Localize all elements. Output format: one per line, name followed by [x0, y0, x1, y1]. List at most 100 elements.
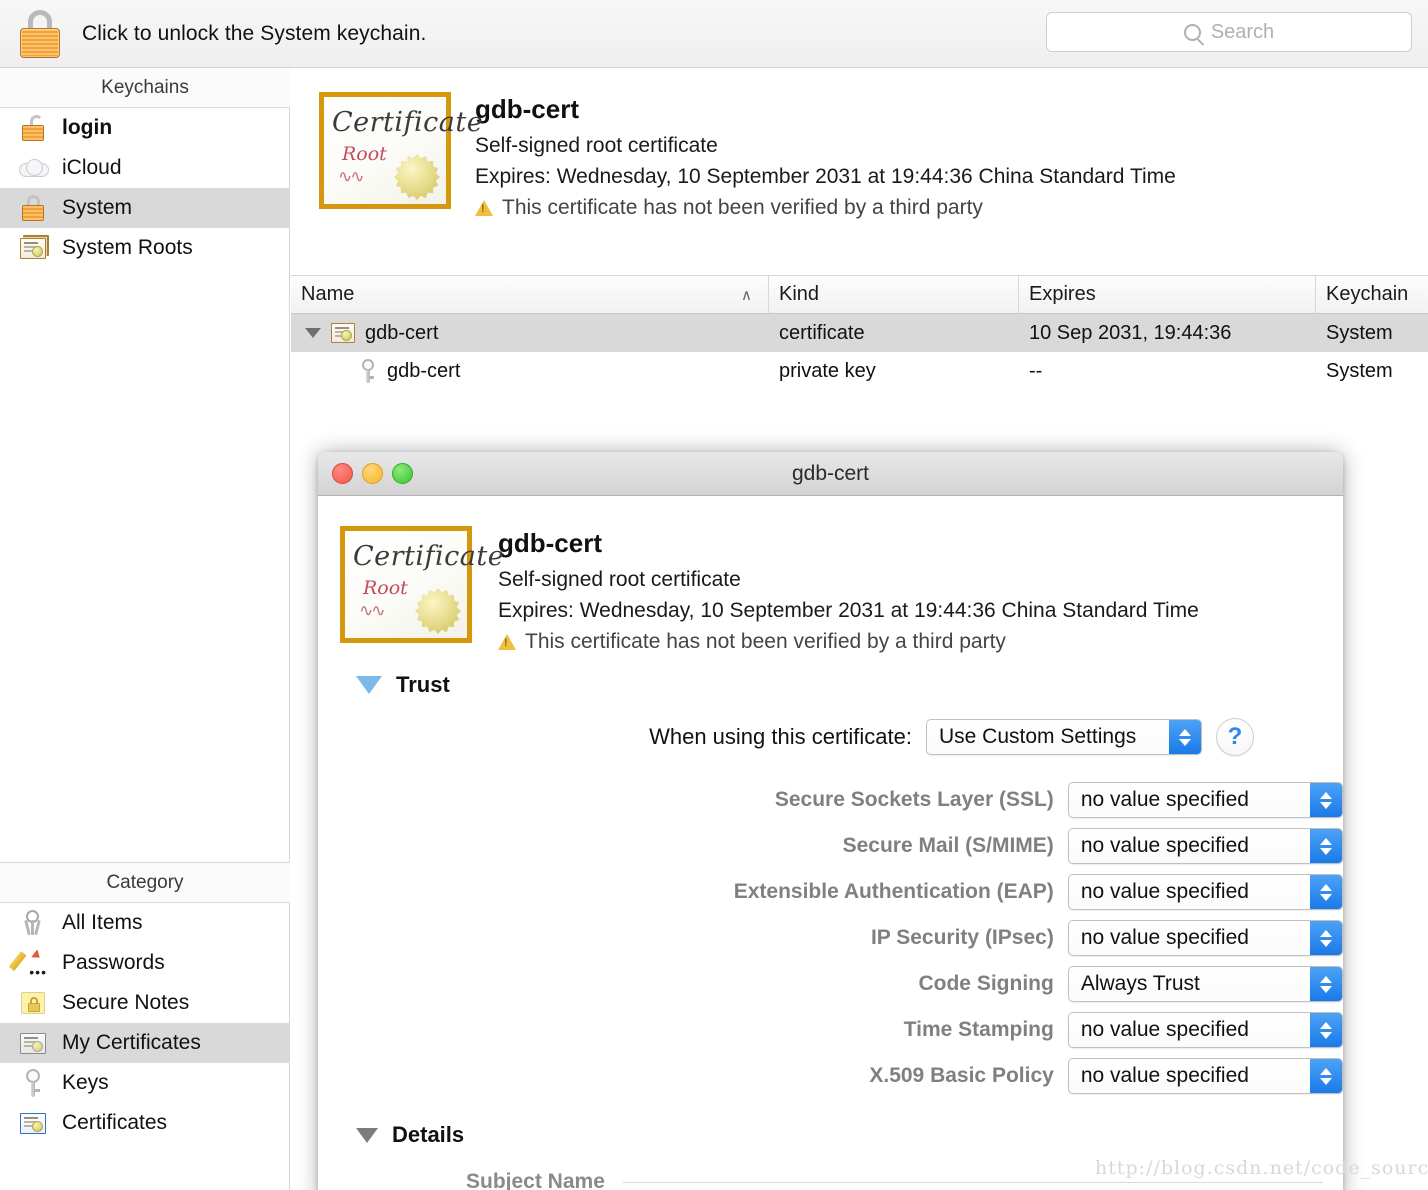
- sort-ascending-icon: ∧: [741, 286, 752, 304]
- keychain-access-window: Click to unlock the System keychain. Sea…: [0, 0, 1428, 1190]
- trust-setting-label: X.509 Basic Policy: [869, 1064, 1054, 1087]
- cell-text: gdb-cert: [387, 359, 461, 382]
- column-header-name[interactable]: Name ∧: [291, 276, 769, 313]
- trust-setting-select[interactable]: Always Trust: [1067, 966, 1343, 1002]
- certificate-type: Self-signed root certificate: [498, 568, 741, 591]
- certificate-inspector-window: gdb-cert Certificate Root ∿∿ gdb-cert Se…: [318, 452, 1343, 1190]
- select-value: Always Trust: [1080, 972, 1200, 995]
- cell-name[interactable]: gdb-cert: [291, 322, 769, 345]
- disclosure-triangle-icon[interactable]: [356, 676, 382, 694]
- trust-section-header[interactable]: Trust: [356, 672, 1343, 698]
- sidebar-item-label: Secure Notes: [62, 991, 190, 1014]
- details-section-header[interactable]: Details: [356, 1122, 1343, 1148]
- certificate-blue-icon: [18, 1108, 48, 1138]
- trust-setting-label: Extensible Authentication (EAP): [733, 880, 1054, 903]
- certificate-expires: Expires: Wednesday, 10 September 2031 at…: [498, 599, 1199, 622]
- select-value: no value specified: [1080, 880, 1249, 903]
- stepper-icon[interactable]: [1310, 829, 1342, 863]
- keychains-header: Keychains: [0, 68, 290, 108]
- when-using-certificate-label: When using this certificate:: [649, 724, 912, 749]
- cell-name[interactable]: gdb-cert: [291, 359, 769, 383]
- sidebar-item-label: My Certificates: [62, 1031, 201, 1054]
- stepper-icon[interactable]: [1310, 921, 1342, 955]
- stepper-icon[interactable]: [1310, 875, 1342, 909]
- column-header-kind[interactable]: Kind: [769, 276, 1019, 313]
- sidebar-item-label: Certificates: [62, 1111, 168, 1134]
- trust-setting-row: Code Signing Always Trust: [356, 966, 1343, 1002]
- disclosure-triangle-icon[interactable]: [356, 1127, 378, 1143]
- details-section: Details Subject Name: [318, 1122, 1343, 1190]
- stepper-icon[interactable]: [1169, 720, 1201, 754]
- subject-name-label: Subject Name: [466, 1170, 605, 1190]
- sidebar: Keychains login iCloud System System Roo…: [0, 68, 290, 1190]
- certificate-name: gdb-cert: [475, 94, 579, 124]
- watermark: http://blog.csdn.net/code_source: [1095, 1157, 1428, 1179]
- padlock-closed-icon[interactable]: [18, 9, 62, 58]
- certificate-summary: Certificate Root ∿∿ gdb-cert Self-signed…: [291, 68, 1428, 276]
- modal-titlebar[interactable]: gdb-cert: [318, 452, 1343, 496]
- trust-setting-select[interactable]: no value specified: [1067, 1012, 1343, 1048]
- padlock-open-icon: [18, 113, 48, 143]
- disclosure-triangle-icon[interactable]: [305, 328, 321, 338]
- certificate-type: Self-signed root certificate: [475, 134, 718, 157]
- modal-certificate-summary: Certificate Root ∿∿ gdb-cert Self-signed…: [318, 526, 1343, 654]
- stepper-icon[interactable]: [1310, 1013, 1342, 1047]
- unlock-keychain-button[interactable]: Click to unlock the System keychain.: [0, 9, 426, 58]
- stepper-icon[interactable]: [1310, 967, 1342, 1001]
- sidebar-item-system[interactable]: System: [0, 188, 290, 228]
- trust-setting-select[interactable]: no value specified: [1067, 1058, 1343, 1094]
- select-value: no value specified: [1080, 926, 1249, 949]
- key-icon: [18, 1068, 48, 1098]
- certificate-icon: [331, 323, 355, 343]
- table-row[interactable]: gdb-cert private key -- System: [291, 352, 1428, 390]
- sidebar-item-keys[interactable]: Keys: [0, 1063, 290, 1103]
- sidebar-item-passwords[interactable]: ••• Passwords: [0, 943, 290, 983]
- keychains-section: Keychains login iCloud System System Roo…: [0, 68, 290, 268]
- certificate-summary-text: gdb-cert Self-signed root certificate Ex…: [475, 92, 1176, 275]
- keychains-list: login iCloud System System Roots: [0, 108, 290, 268]
- when-using-certificate-select[interactable]: Use Custom Settings: [926, 719, 1202, 755]
- column-label: Kind: [779, 283, 820, 305]
- sidebar-item-secure-notes[interactable]: Secure Notes: [0, 983, 290, 1023]
- trust-section-label: Trust: [396, 672, 450, 697]
- sidebar-item-my-certificates[interactable]: My Certificates: [0, 1023, 290, 1063]
- search-area: Search: [1030, 12, 1428, 52]
- certificate-warning: This certificate has not been verified b…: [475, 196, 1176, 220]
- stepper-icon[interactable]: [1310, 1059, 1342, 1093]
- certificate-warning-text: This certificate has not been verified b…: [525, 630, 1006, 653]
- trust-section: Trust When using this certificate: Use C…: [318, 672, 1343, 1094]
- sidebar-item-label: Keys: [62, 1071, 109, 1094]
- trust-setting-row: Secure Mail (S/MIME) no value specified: [356, 828, 1343, 864]
- column-header-keychain[interactable]: Keychain: [1316, 276, 1428, 313]
- certificate-badge-flourish: ∿∿: [338, 167, 364, 186]
- category-section: Category All Items ••• Passwords Secure …: [0, 862, 290, 1143]
- stepper-icon[interactable]: [1310, 783, 1342, 817]
- cell-keychain: System: [1326, 321, 1393, 344]
- cell-keychain: System: [1326, 359, 1393, 382]
- unlock-toolbar: Click to unlock the System keychain. Sea…: [0, 0, 1428, 68]
- cell-kind: certificate: [779, 321, 865, 344]
- sidebar-item-label: iCloud: [62, 156, 122, 179]
- sidebar-item-system-roots[interactable]: System Roots: [0, 228, 290, 268]
- trust-setting-label: Time Stamping: [903, 1018, 1054, 1041]
- search-input[interactable]: Search: [1046, 12, 1412, 52]
- sidebar-item-label: System: [62, 196, 133, 219]
- trust-setting-select[interactable]: no value specified: [1067, 874, 1343, 910]
- modal-certificate-text: gdb-cert Self-signed root certificate Ex…: [498, 526, 1199, 654]
- trust-setting-select[interactable]: no value specified: [1067, 828, 1343, 864]
- certificate-name: gdb-cert: [498, 528, 602, 558]
- sidebar-item-certificates[interactable]: Certificates: [0, 1103, 290, 1143]
- pencil-dots-icon: •••: [8, 948, 48, 979]
- column-header-expires[interactable]: Expires: [1019, 276, 1316, 313]
- table-row[interactable]: gdb-cert certificate 10 Sep 2031, 19:44:…: [291, 314, 1428, 352]
- sidebar-item-login[interactable]: login: [0, 108, 290, 148]
- sidebar-item-all-items[interactable]: All Items: [0, 903, 290, 943]
- select-value: no value specified: [1080, 1018, 1249, 1041]
- trust-setting-select[interactable]: no value specified: [1067, 782, 1343, 818]
- table-header: Name ∧ Kind Expires Keychain: [291, 276, 1428, 314]
- select-value: no value specified: [1080, 1064, 1249, 1087]
- search-icon: [1183, 23, 1201, 41]
- sidebar-item-icloud[interactable]: iCloud: [0, 148, 290, 188]
- trust-setting-select[interactable]: no value specified: [1067, 920, 1343, 956]
- help-button[interactable]: ?: [1216, 718, 1254, 756]
